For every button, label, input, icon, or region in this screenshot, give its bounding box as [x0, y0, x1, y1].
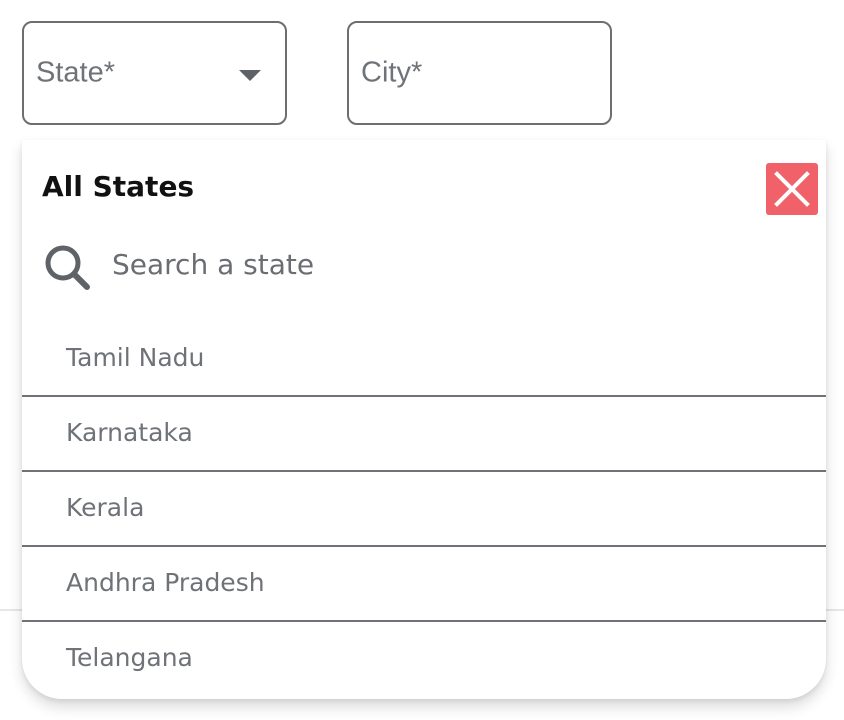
state-dropdown-panel: All States Tamil Nadu Karnataka Kerala A…	[22, 140, 826, 699]
state-select-label: State*	[36, 56, 115, 89]
state-option-label: Kerala	[66, 493, 145, 522]
state-option-karnataka[interactable]: Karnataka	[22, 397, 826, 472]
state-option-andhra-pradesh[interactable]: Andhra Pradesh	[22, 547, 826, 622]
state-option-label: Telangana	[66, 643, 193, 672]
state-option-label: Andhra Pradesh	[66, 568, 265, 597]
search-icon	[42, 242, 92, 292]
search-input[interactable]	[112, 242, 732, 286]
close-button[interactable]	[766, 163, 818, 215]
city-field-label: City*	[361, 56, 423, 89]
dropdown-arrow-icon	[239, 70, 261, 81]
state-option-telangana[interactable]: Telangana	[22, 622, 826, 695]
state-option-label: Karnataka	[66, 418, 193, 447]
state-option-label: Tamil Nadu	[66, 343, 205, 372]
state-option-kerala[interactable]: Kerala	[22, 472, 826, 547]
state-list: Tamil Nadu Karnataka Kerala Andhra Prade…	[22, 322, 826, 695]
city-field[interactable]: City*	[347, 21, 612, 125]
state-option-tamil-nadu[interactable]: Tamil Nadu	[22, 322, 826, 397]
state-select[interactable]: State*	[22, 21, 287, 125]
search-row	[42, 240, 782, 290]
close-icon	[774, 171, 810, 207]
panel-title: All States	[42, 170, 195, 203]
